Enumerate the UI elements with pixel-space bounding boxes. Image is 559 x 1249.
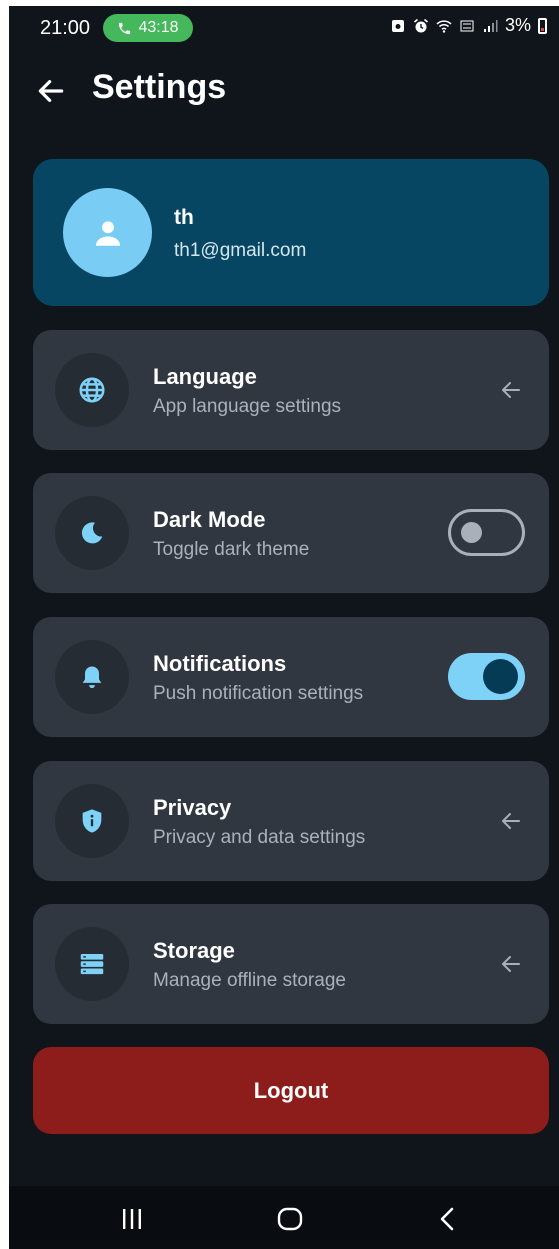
settings-item-subtitle: Push notification settings xyxy=(153,683,364,704)
settings-item-subtitle: Manage offline storage xyxy=(153,970,346,991)
status-bar: 21:00 43:18 3% xyxy=(9,6,559,52)
volte-icon xyxy=(460,20,474,31)
ongoing-call-pill[interactable]: 43:18 xyxy=(103,14,193,42)
recents-icon[interactable] xyxy=(117,1204,147,1234)
alarm-icon xyxy=(413,18,428,32)
avatar xyxy=(63,188,152,277)
wifi-icon xyxy=(436,19,452,33)
settings-item-dark-mode[interactable]: Dark Mode Toggle dark theme xyxy=(33,473,549,593)
settings-item-notifications[interactable]: Notifications Push notification settings xyxy=(33,617,549,737)
back-icon[interactable] xyxy=(433,1204,463,1234)
settings-item-subtitle: Toggle dark theme xyxy=(153,539,310,560)
logout-button[interactable]: Logout xyxy=(33,1047,549,1134)
settings-item-privacy[interactable]: Privacy Privacy and data settings xyxy=(33,761,549,881)
arrow-left-icon xyxy=(502,813,520,829)
notifications-icon-circle xyxy=(55,640,129,714)
settings-item-title: Storage xyxy=(153,938,235,963)
person-icon xyxy=(95,220,120,246)
toggle-knob xyxy=(483,659,518,694)
profile-name: th xyxy=(174,206,194,229)
status-time: 21:00 xyxy=(40,17,91,39)
dark-mode-toggle[interactable] xyxy=(448,509,525,556)
moon-icon xyxy=(81,522,103,544)
settings-item-subtitle: Privacy and data settings xyxy=(153,827,366,848)
settings-item-title: Privacy xyxy=(153,795,232,820)
settings-item-title: Language xyxy=(153,364,257,389)
profile-card[interactable]: th th1@gmail.com xyxy=(33,159,549,306)
screenshot-icon xyxy=(391,19,404,32)
storage-icon xyxy=(80,954,104,975)
privacy-icon-circle xyxy=(55,784,129,858)
phone-icon xyxy=(119,22,131,34)
bell-icon xyxy=(82,666,102,689)
status-icons: 3% xyxy=(390,15,547,36)
storage-icon-circle xyxy=(55,927,129,1001)
settings-item-title: Dark Mode xyxy=(153,507,266,532)
signal-icon xyxy=(483,19,498,32)
battery-icon xyxy=(538,17,547,34)
language-icon-circle xyxy=(55,353,129,427)
settings-item-storage[interactable]: Storage Manage offline storage xyxy=(33,904,549,1024)
arrow-left-icon xyxy=(502,382,520,398)
page-title: Settings xyxy=(92,68,227,106)
settings-item-language[interactable]: Language App language settings xyxy=(33,330,549,450)
settings-item-title: Notifications xyxy=(153,651,287,676)
back-arrow-button[interactable] xyxy=(35,75,67,107)
toggle-knob xyxy=(461,522,482,543)
battery-percent: 3% xyxy=(504,15,531,35)
profile-email: th1@gmail.com xyxy=(174,240,307,261)
call-timer: 43:18 xyxy=(138,19,179,36)
app-screen: 21:00 43:18 3% Settings th th1@gmail.com xyxy=(9,6,559,1249)
arrow-left-icon xyxy=(502,956,520,972)
dark-mode-icon-circle xyxy=(55,496,129,570)
globe-icon xyxy=(79,377,105,403)
shield-info-icon xyxy=(82,809,102,833)
settings-item-subtitle: App language settings xyxy=(153,396,342,417)
notifications-toggle[interactable] xyxy=(448,653,525,700)
home-icon[interactable] xyxy=(275,1204,305,1234)
system-nav-bar xyxy=(9,1186,559,1249)
